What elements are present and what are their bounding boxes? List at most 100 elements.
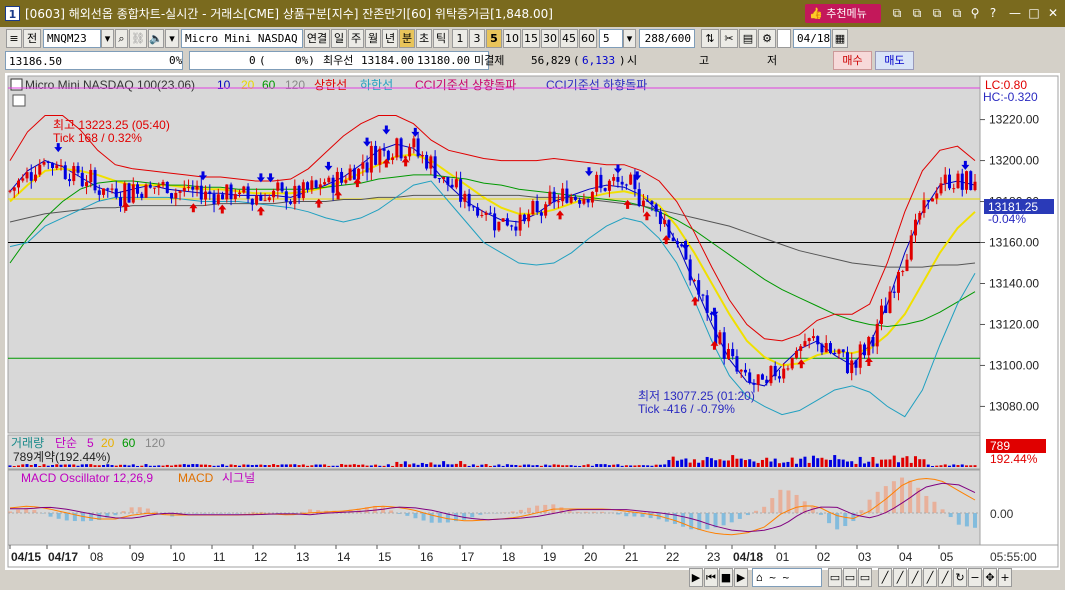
- candle-body: [250, 198, 254, 205]
- volume-bar: [544, 464, 548, 467]
- candle-body: [620, 181, 624, 185]
- draw-tool-1-icon[interactable]: ╱: [878, 567, 892, 587]
- interval-input[interactable]: 5: [599, 29, 623, 48]
- draw-tool-3-icon[interactable]: ╱: [908, 567, 922, 587]
- volume-bar: [892, 455, 896, 467]
- period-tick[interactable]: 틱: [433, 29, 449, 48]
- candle-body: [259, 195, 263, 201]
- play-icon[interactable]: ▶: [689, 567, 703, 587]
- candle-body: [909, 235, 913, 260]
- layout-icon-1[interactable]: ⧉: [890, 6, 904, 20]
- stop-icon[interactable]: ■: [719, 567, 733, 587]
- candle-body: [229, 184, 233, 200]
- scissors-icon[interactable]: ✂: [720, 29, 738, 48]
- x-tick-label: 18: [502, 550, 516, 564]
- period-year[interactable]: 년: [382, 29, 398, 48]
- help-icon[interactable]: ?: [986, 6, 1000, 20]
- period-button[interactable]: 전: [23, 29, 41, 48]
- volume-bar: [280, 464, 284, 467]
- date-field[interactable]: 04/18: [793, 29, 831, 48]
- minus-icon[interactable]: −: [968, 567, 982, 587]
- volume-bar: [318, 464, 322, 467]
- pin-icon[interactable]: ⚲: [968, 6, 982, 20]
- chain-icon[interactable]: ⛓: [129, 29, 147, 48]
- candle-body: [688, 259, 692, 281]
- period-month[interactable]: 월: [365, 29, 381, 48]
- volume-bar: [595, 464, 599, 467]
- zoom-tool-1-icon[interactable]: ▭: [828, 567, 842, 587]
- period-week[interactable]: 주: [348, 29, 364, 48]
- recommend-menu-button[interactable]: 👍 추천메뉴: [805, 4, 881, 23]
- volume-bar: [790, 457, 794, 467]
- rewind-icon[interactable]: ⏮: [704, 567, 718, 587]
- macd-oscillator-bar: [470, 513, 475, 518]
- layout-icon-3[interactable]: ⧉: [930, 6, 944, 20]
- chevron-down-icon-2[interactable]: ▾: [165, 29, 179, 48]
- date-checkbox[interactable]: [777, 29, 791, 48]
- volume-bar: [8, 465, 12, 467]
- volume-bar: [429, 462, 433, 467]
- count-field[interactable]: 288/600: [639, 29, 695, 48]
- zoom-tool-2-icon[interactable]: ▭: [843, 567, 857, 587]
- draw-tool-2-icon[interactable]: ╱: [893, 567, 907, 587]
- interval-3[interactable]: 3: [469, 29, 485, 48]
- period-second[interactable]: 초: [416, 29, 432, 48]
- draw-tool-4-icon[interactable]: ╱: [923, 567, 937, 587]
- candle-body: [204, 191, 208, 200]
- candle-body: [527, 214, 531, 222]
- plus-icon[interactable]: +: [998, 567, 1012, 587]
- interval-45[interactable]: 45: [560, 29, 578, 48]
- chart-svg[interactable]: 13220.00 13200.00 13 18 0.00 13160.00 13140.00…: [5, 73, 1060, 570]
- chart-area[interactable]: 13220.00 13200.00 13 18 0.00 13160.00 13140.00…: [5, 73, 1060, 570]
- indicator-icon[interactable]: ⇅: [701, 29, 719, 48]
- volume-bar: [446, 464, 450, 467]
- volume-bar: [395, 461, 399, 467]
- candle-body: [731, 348, 735, 357]
- symbol-input[interactable]: MNQM23: [43, 29, 101, 48]
- macd-oscillator-bar: [924, 495, 929, 513]
- period-minute[interactable]: 분: [399, 29, 415, 48]
- forward-icon[interactable]: ▶: [734, 567, 748, 587]
- volume-bar: [119, 464, 123, 467]
- calendar-icon[interactable]: ▦: [832, 29, 848, 48]
- candle-body: [233, 194, 237, 200]
- layout-icon-2[interactable]: ⧉: [910, 6, 924, 20]
- interval-5[interactable]: 5: [486, 29, 502, 48]
- search-icon[interactable]: ⌕: [115, 29, 128, 48]
- move-icon[interactable]: ✥: [983, 567, 997, 587]
- layout-icon-4[interactable]: ⧉: [950, 6, 964, 20]
- interval-30[interactable]: 30: [541, 29, 559, 48]
- table-icon[interactable]: [12, 94, 26, 107]
- candle-body: [467, 193, 471, 207]
- zoom-tool-3-icon[interactable]: ▭: [858, 567, 872, 587]
- zoom-slider[interactable]: ⌂ ~ ~: [752, 567, 822, 587]
- save-icon[interactable]: ▤: [739, 29, 757, 48]
- x-tick-label: 10: [172, 550, 186, 564]
- screen-number: 1: [5, 6, 20, 21]
- interval-10[interactable]: 10: [503, 29, 521, 48]
- refresh-icon[interactable]: ↻: [953, 567, 967, 587]
- interval-1[interactable]: 1: [452, 29, 468, 48]
- candle-body: [943, 174, 947, 184]
- buy-button[interactable]: 매수: [833, 51, 872, 70]
- hamburger-icon[interactable]: ≡: [6, 29, 22, 48]
- chain-button[interactable]: 연결: [304, 29, 330, 48]
- chevron-down-icon-3[interactable]: ▾: [623, 29, 636, 48]
- candle-body: [735, 356, 739, 372]
- interval-15[interactable]: 15: [522, 29, 540, 48]
- macd-oscillator-bar: [421, 513, 426, 521]
- volume-bar: [505, 464, 509, 467]
- sell-button[interactable]: 매도: [875, 51, 914, 70]
- speaker-icon[interactable]: 🔈: [148, 29, 164, 48]
- maximize-icon[interactable]: □: [1027, 6, 1041, 20]
- minimize-icon[interactable]: —: [1008, 6, 1022, 20]
- interval-60[interactable]: 60: [579, 29, 597, 48]
- volume-bar: [947, 465, 951, 467]
- x-tick-label: 09: [131, 550, 145, 564]
- period-day[interactable]: 일: [331, 29, 347, 48]
- draw-tool-5-icon[interactable]: ╱: [938, 567, 952, 587]
- chevron-down-icon[interactable]: ▾: [101, 29, 114, 48]
- close-icon[interactable]: ✕: [1046, 6, 1060, 20]
- candle-body: [221, 194, 225, 200]
- gear-icon[interactable]: ⚙: [758, 29, 776, 48]
